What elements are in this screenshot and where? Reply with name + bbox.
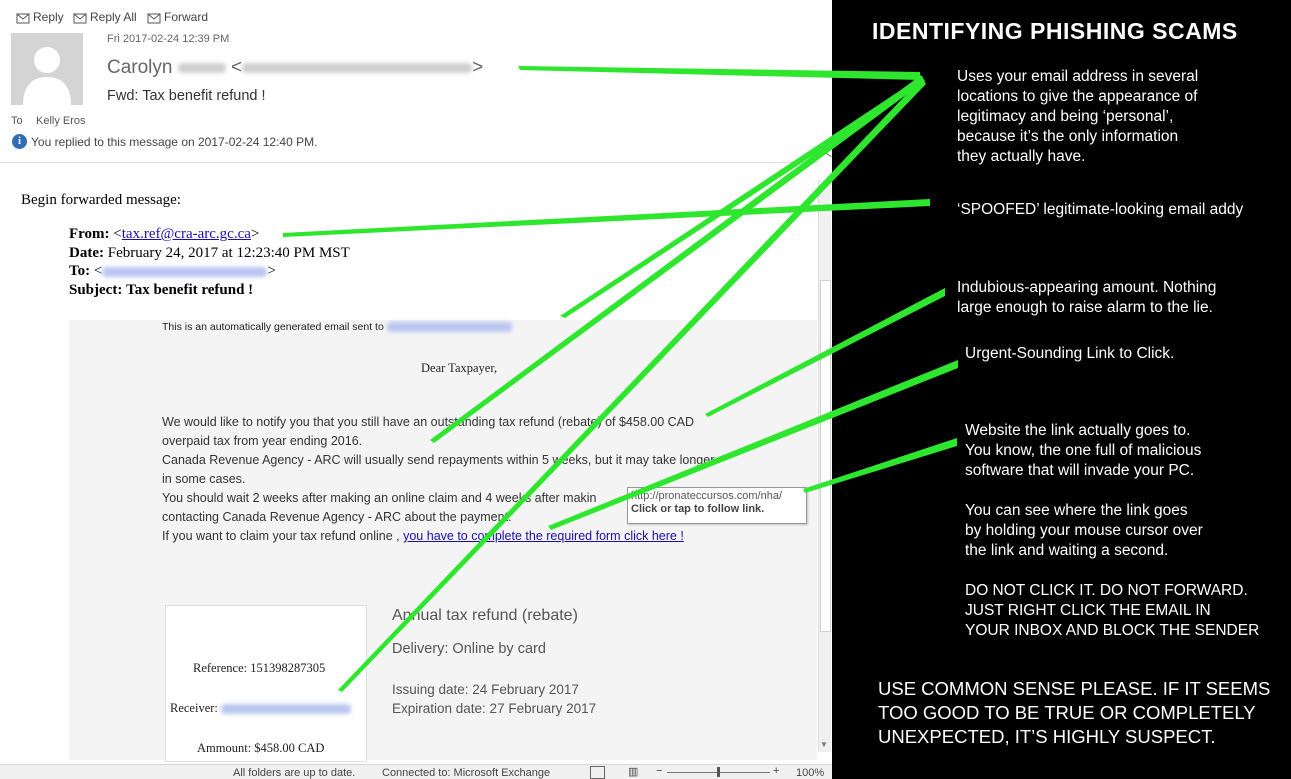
zoom-thumb[interactable] <box>717 767 720 777</box>
annotation-website: Website the link actually goes to. You k… <box>965 422 1260 639</box>
tooltip-hint: Click or tap to follow link. <box>631 503 765 515</box>
fwd-from-email[interactable]: tax.ref@cra-arc.gc.ca <box>122 226 251 242</box>
fwd-date-label: Date: <box>69 244 104 261</box>
reply-label: Reply <box>33 10 64 24</box>
phishing-link[interactable]: you have to complete the required form c… <box>403 529 684 543</box>
status-folders: All folders are up to date. <box>233 767 356 779</box>
sender-line: Carolyn < > <box>107 57 483 79</box>
auto-notice-line: This is an automatically generated email… <box>162 321 512 333</box>
card-expiration: Expiration date: 27 February 2017 <box>392 701 597 716</box>
fwd-from-label: From: <box>69 226 110 242</box>
annotation-footer: USE COMMON SENSE PLEASE. IF IT SEEMS TOO… <box>878 678 1271 747</box>
reply-button[interactable]: Reply <box>16 10 64 24</box>
greeting: Dear Taxpayer, <box>421 361 498 375</box>
scroll-down-icon[interactable]: ▼ <box>820 740 828 749</box>
redacted-recipient-email <box>386 322 512 333</box>
card-receiver-label: Receiver: <box>170 701 218 715</box>
card-issuing: Issuing date: 24 February 2017 <box>392 682 579 697</box>
reference-card <box>165 605 367 762</box>
status-bar: All folders are up to date. Connected to… <box>0 764 832 779</box>
fwd-from-row: From: <tax.ref@cra-arc.gc.ca> <box>69 226 260 242</box>
card-reference: Reference: 151398287305 <box>193 661 326 675</box>
sender-angle-close: > <box>472 57 484 78</box>
reply-all-label: Reply All <box>90 10 137 24</box>
reply-all-button[interactable]: Reply All <box>73 10 137 24</box>
annotation-email-address: Uses your email address in several locat… <box>957 68 1199 165</box>
card-amount: Ammount: $458.00 CAD <box>197 741 325 755</box>
recipient-name[interactable]: Kelly Eros <box>36 115 86 127</box>
zoom-level: 100% <box>796 767 825 779</box>
annotation-panel: IDENTIFYING PHISHING SCAMS Uses your ema… <box>832 0 1291 779</box>
redacted-receiver <box>221 704 352 715</box>
para-7-row: If you want to claim your tax refund onl… <box>162 527 762 546</box>
fwd-subject-label: Subject: <box>69 281 123 298</box>
card-dates: Issuing date: 24 February 2017 Expiratio… <box>392 680 596 718</box>
message-subject: Fwd: Tax benefit refund ! <box>107 88 266 104</box>
email-reading-pane: Reply Reply All Forward Fri 2017-02-24 1… <box>0 0 832 779</box>
forward-intro: Begin forwarded message: <box>21 192 181 208</box>
forward-label: Forward <box>164 10 209 24</box>
collapse-header-icon[interactable]: ︿ <box>819 141 832 160</box>
status-connection: Connected to: Microsoft Exchange <box>382 767 551 779</box>
para-7: If you want to claim your tax refund onl… <box>162 529 400 543</box>
body-paragraphs: We would like to notify you that you sti… <box>162 413 762 546</box>
forward-button[interactable]: Forward <box>147 10 208 24</box>
forward-icon <box>147 13 161 23</box>
scroll-up-icon[interactable]: ▲ <box>820 180 828 189</box>
fwd-subject-row: Subject: Tax benefit refund ! <box>69 281 350 300</box>
info-icon: i <box>12 134 27 149</box>
reply-icon <box>16 13 30 23</box>
tooltip-url: http://pronateccursos.com/nha/ <box>631 490 783 502</box>
replied-info: You replied to this message on 2017-02-2… <box>31 135 318 149</box>
reply-all-icon <box>73 13 87 23</box>
scroll-thumb[interactable] <box>820 280 831 632</box>
zoom-out-icon[interactable]: − <box>656 765 662 777</box>
annotation-amount: Indubious-appearing amount. Nothing larg… <box>957 279 1217 316</box>
sender-name: Carolyn <box>107 57 173 78</box>
annotation-spoofed: ‘SPOOFED’ legitimate-looking email addy <box>957 201 1244 218</box>
link-tooltip: http://pronateccursos.com/nha/ Click or … <box>627 487 807 524</box>
card-title: Annual tax refund (rebate) <box>392 607 578 624</box>
sender-angle-open: < <box>231 57 243 78</box>
card-delivery: Delivery: Online by card <box>392 641 546 657</box>
fwd-subject-value: Tax benefit refund ! <box>126 281 254 298</box>
header-divider <box>0 162 818 163</box>
para-3: Canada Revenue Agency - ARC will usually… <box>162 453 715 467</box>
annotation-urgent-link: Urgent-Sounding Link to Click. <box>965 345 1175 362</box>
fwd-to-label: To: <box>69 263 91 279</box>
fwd-date-row: Date: February 24, 2017 at 12:23:40 PM M… <box>69 244 350 263</box>
fwd-to-row: To: < > <box>69 263 276 279</box>
annotation-title: IDENTIFYING PHISHING SCAMS <box>872 18 1238 44</box>
redacted-sender-surname <box>177 62 226 73</box>
redacted-to-email[interactable] <box>102 266 268 277</box>
fwd-date-value: February 24, 2017 at 12:23:40 PM MST <box>107 244 350 261</box>
redacted-sender-email <box>242 62 473 73</box>
to-label: To <box>11 115 23 127</box>
zoom-in-icon[interactable]: + <box>773 765 779 777</box>
reading-view-icon[interactable]: ▥ <box>628 765 638 778</box>
forwarded-headers: From: <tax.ref@cra-arc.gc.ca> Date: Febr… <box>69 225 350 299</box>
normal-view-icon[interactable] <box>590 766 605 779</box>
para-1: We would like to notify you that you sti… <box>162 415 695 429</box>
auto-notice: This is an automatically generated email… <box>162 321 384 333</box>
card-receiver-row: Receiver: <box>170 701 352 716</box>
para-2: overpaid tax from year ending 2016. <box>162 434 363 448</box>
message-datetime: Fri 2017-02-24 12:39 PM <box>107 33 230 45</box>
sender-avatar <box>11 33 83 105</box>
person-icon <box>23 47 71 105</box>
